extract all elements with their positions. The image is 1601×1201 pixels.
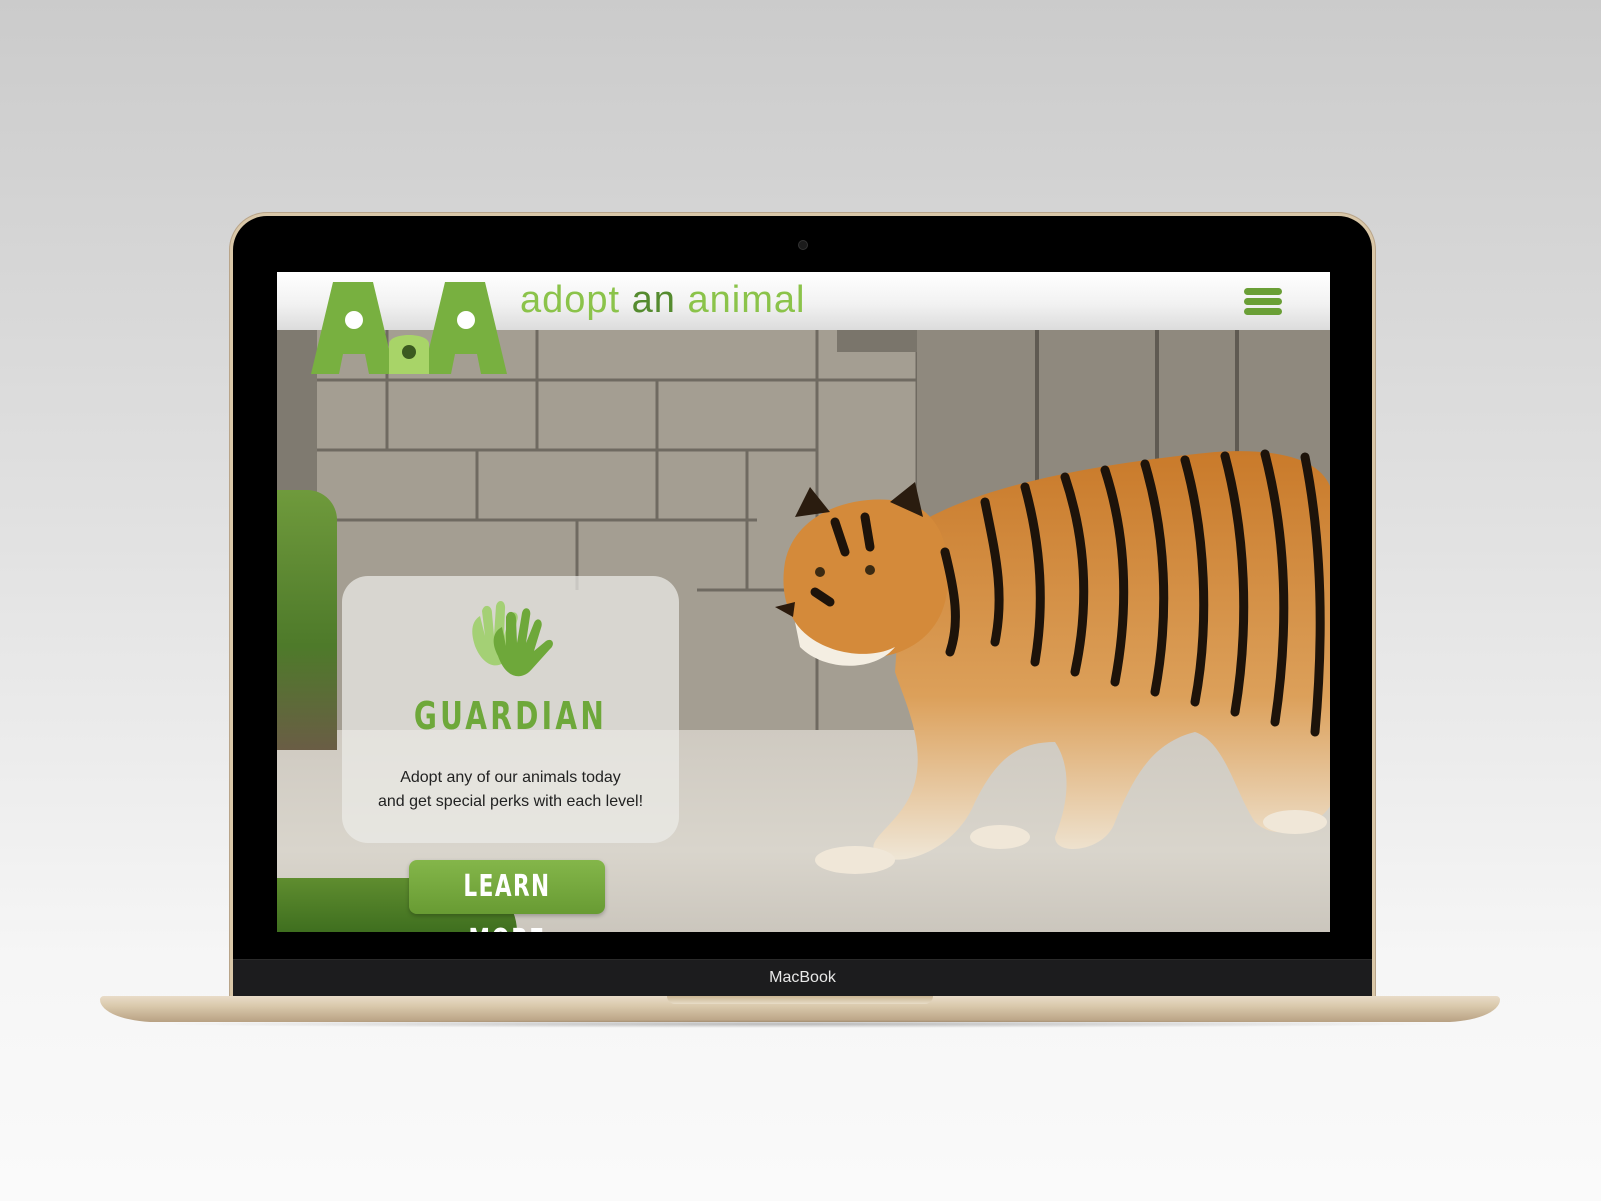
learn-more-label: LEARN MORE <box>463 869 551 932</box>
guardian-card: GUARDIAN Adopt any of our animals today … <box>342 576 679 843</box>
camera-icon <box>798 240 808 250</box>
laptop-notch <box>667 996 933 1004</box>
tiger-photo <box>775 449 1330 874</box>
website-screen: GUARDIAN Adopt any of our animals today … <box>277 272 1330 932</box>
brand-word-adopt: adopt <box>520 279 632 321</box>
card-text-line1: Adopt any of our animals today <box>400 769 621 786</box>
card-title: GUARDIAN <box>413 694 608 738</box>
menu-bar <box>1244 288 1282 295</box>
brand-word-an: an <box>631 279 676 321</box>
brand-word-animal: animal <box>675 279 806 321</box>
hero-section: GUARDIAN Adopt any of our animals today … <box>277 330 1330 932</box>
brand-wordmark[interactable]: adopt an animal <box>520 276 805 324</box>
learn-more-button[interactable]: LEARN MORE <box>409 860 605 932</box>
card-text-line2: and get special perks with each level! <box>377 793 644 810</box>
grass-left <box>277 490 337 750</box>
handprints-icon <box>472 600 553 677</box>
laptop-base <box>100 996 1500 1022</box>
hamburger-menu-icon[interactable] <box>1244 288 1282 316</box>
laptop-shadow <box>140 1020 1460 1028</box>
aaa-logo[interactable] <box>311 282 511 374</box>
menu-bar <box>1244 308 1282 315</box>
card-description: Adopt any of our animals today and get s… <box>342 766 679 814</box>
menu-bar <box>1244 298 1282 305</box>
laptop-label: MacBook <box>233 959 1372 996</box>
